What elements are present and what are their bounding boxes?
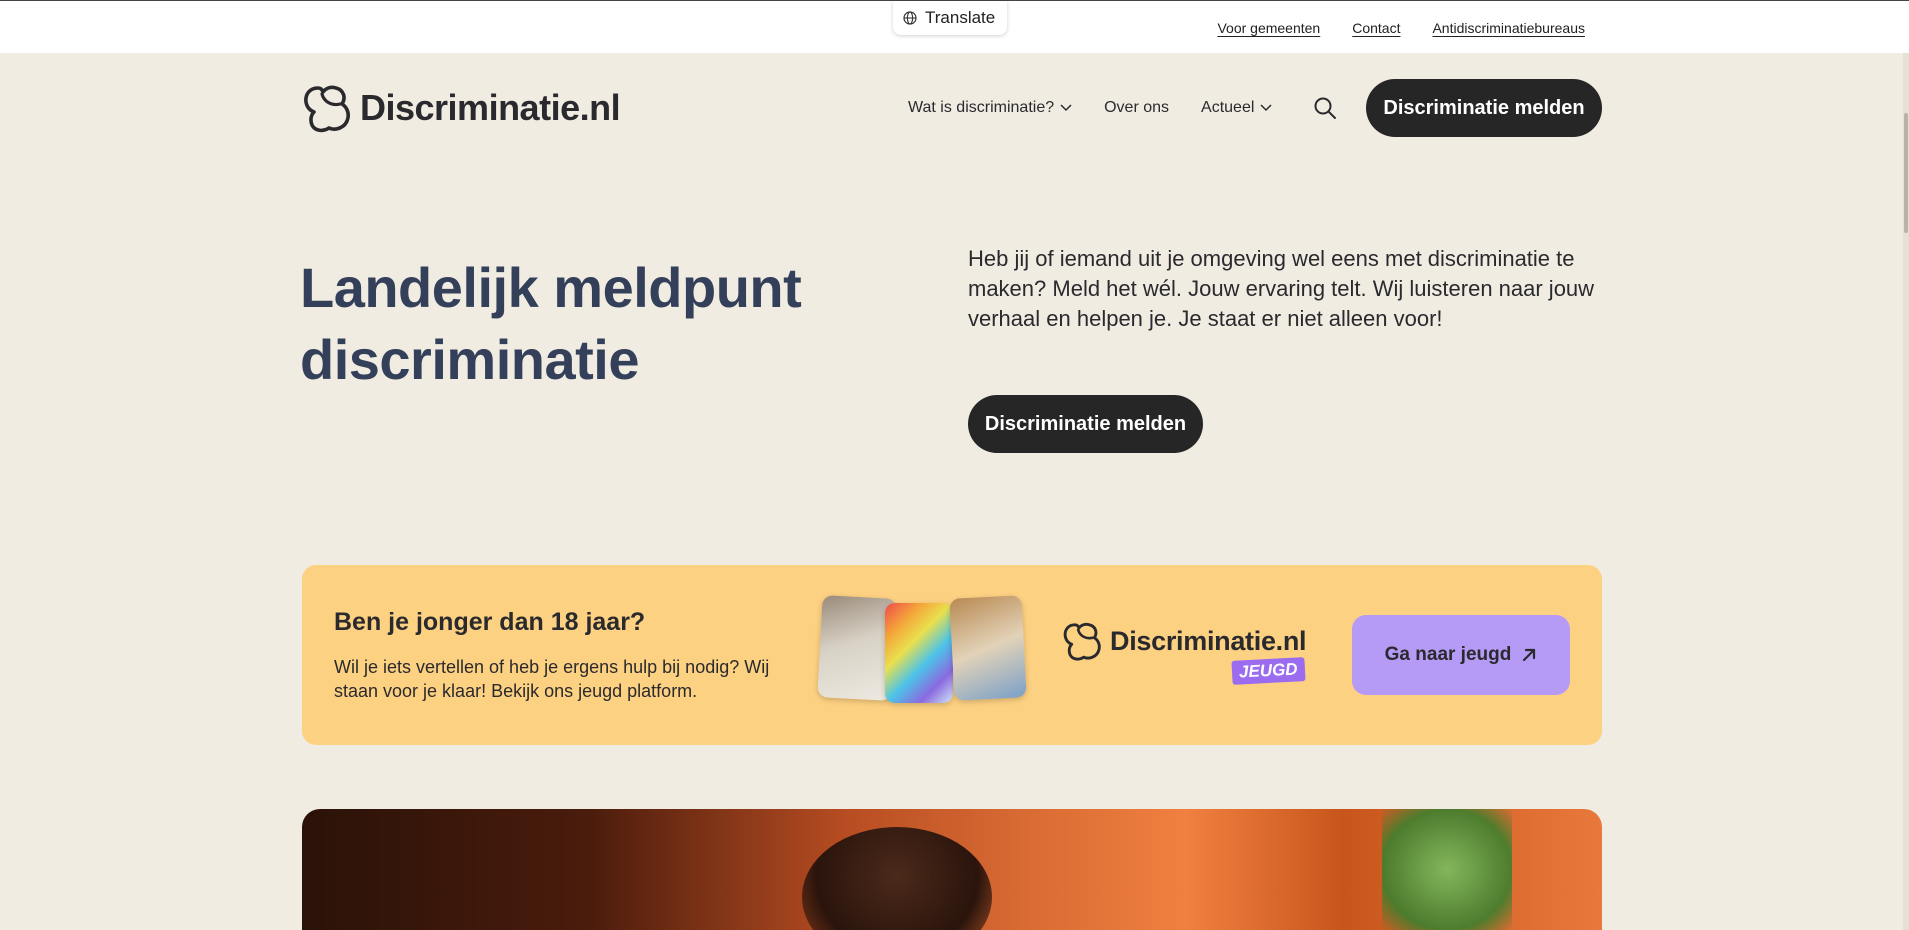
page-title: Landelijk meldpunt discriminatie — [300, 256, 802, 391]
translate-label: Translate — [925, 8, 996, 27]
top-utility-bar: Translate Voor gemeenten Contact Antidis… — [0, 0, 1909, 53]
hero-intro-text: Heb jij of iemand uit je omgeving wel ee… — [968, 246, 1595, 331]
youth-photo-group — [949, 595, 1027, 701]
photo-person-silhouette — [802, 827, 992, 930]
site-logo[interactable]: Discriminatie.nl — [302, 82, 621, 134]
go-to-youth-button[interactable]: Ga naar jeugd — [1352, 615, 1570, 695]
youth-title: Ben je jonger dan 18 jaar? — [334, 608, 646, 636]
feature-photo — [302, 809, 1602, 930]
arrow-up-right-icon — [1523, 648, 1536, 662]
youth-button-label: Ga naar jeugd — [1384, 644, 1512, 665]
chevron-down-icon — [1260, 104, 1272, 112]
report-discrimination-button[interactable]: Discriminatie melden — [1366, 79, 1602, 137]
youth-text: Wil je iets vertellen of heb je ergens h… — [334, 657, 770, 701]
globe-icon — [903, 11, 917, 25]
nav-item-wat-is-discriminatie[interactable]: Wat is discriminatie? — [908, 99, 1072, 117]
scrollbar[interactable] — [1903, 53, 1909, 930]
search-icon[interactable] — [1313, 96, 1337, 120]
nav-label: Actueel — [1201, 99, 1255, 116]
translate-button[interactable]: Translate — [893, 1, 1008, 35]
photo-green-light — [1382, 809, 1512, 930]
nav-item-actueel[interactable]: Actueel — [1201, 99, 1272, 117]
utility-links: Voor gemeenten Contact Antidiscriminatie… — [1217, 20, 1585, 36]
jeugd-badge: JEUGD — [1231, 657, 1306, 685]
scrollbar-thumb[interactable] — [1904, 113, 1908, 233]
main-nav: Wat is discriminatie? Over ons Actueel — [908, 99, 1272, 117]
nav-label: Over ons — [1104, 99, 1170, 116]
logo-text: Discriminatie.nl — [360, 87, 621, 128]
youth-logo-text: Discriminatie.nl — [1110, 625, 1307, 656]
chevron-down-icon — [1060, 104, 1072, 112]
link-antidiscriminatiebureaus[interactable]: Antidiscriminatiebureaus — [1432, 20, 1585, 36]
link-contact[interactable]: Contact — [1352, 20, 1400, 36]
nav-label: Wat is discriminatie? — [908, 99, 1055, 116]
youth-photo-rainbow-hair — [885, 603, 953, 703]
hero-report-button[interactable]: Discriminatie melden — [968, 395, 1203, 453]
link-voor-gemeenten[interactable]: Voor gemeenten — [1217, 20, 1320, 36]
logo-icon — [1063, 622, 1101, 661]
youth-banner: Ben je jonger dan 18 jaar? Wil je iets v… — [302, 565, 1602, 745]
logo-icon — [304, 85, 350, 133]
nav-item-over-ons[interactable]: Over ons — [1104, 99, 1169, 117]
youth-logo: Discriminatie.nl — [1062, 620, 1307, 662]
